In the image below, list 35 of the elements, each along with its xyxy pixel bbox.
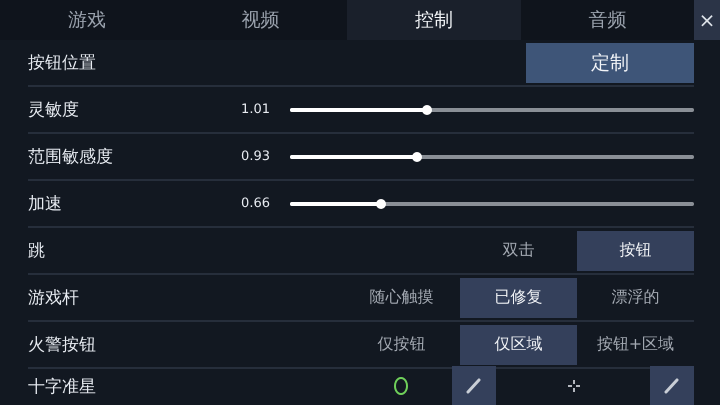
- option-button[interactable]: 随心触摸: [343, 278, 460, 318]
- tab[interactable]: 游戏: [0, 0, 174, 40]
- slider-thumb[interactable]: [412, 152, 422, 162]
- slider-value: 0.66: [240, 196, 270, 211]
- option-button[interactable]: 按钮+区域: [577, 324, 694, 364]
- slider[interactable]: [290, 150, 694, 164]
- customize-button[interactable]: 定制: [526, 42, 694, 82]
- slider-thumb[interactable]: [422, 104, 432, 114]
- option-button[interactable]: 已修复: [460, 278, 577, 318]
- option-button[interactable]: 按钮: [577, 230, 694, 270]
- edit-button[interactable]: [650, 366, 694, 405]
- option-button[interactable]: 双击: [460, 230, 577, 270]
- edit-button[interactable]: [452, 366, 496, 405]
- slider-value: 1.01: [240, 102, 270, 117]
- tab[interactable]: 音频: [520, 0, 694, 40]
- setting-label: 游戏杆: [28, 287, 80, 309]
- setting-label: 范围敏感度: [28, 146, 114, 168]
- close-button[interactable]: ×: [694, 0, 720, 40]
- setting-label: 十字准星: [28, 376, 97, 398]
- slider[interactable]: [290, 102, 694, 116]
- setting-label: 按钮位置: [28, 52, 97, 74]
- tab[interactable]: 视频: [174, 0, 347, 40]
- slider[interactable]: [290, 196, 694, 210]
- tab[interactable]: 控制: [347, 0, 520, 40]
- crosshair-icon: [568, 380, 580, 392]
- ring-icon: [394, 377, 408, 395]
- option-button[interactable]: 仅区域: [460, 324, 577, 364]
- setting-label: 加速: [28, 193, 63, 215]
- slider-thumb[interactable]: [376, 198, 386, 208]
- setting-label: 灵敏度: [28, 99, 80, 121]
- option-button[interactable]: 漂浮的: [577, 278, 694, 318]
- setting-label: 跳: [28, 240, 46, 262]
- option-button[interactable]: 仅按钮: [343, 324, 460, 364]
- slider-value: 0.93: [240, 149, 270, 164]
- setting-label: 火警按钮: [28, 334, 97, 356]
